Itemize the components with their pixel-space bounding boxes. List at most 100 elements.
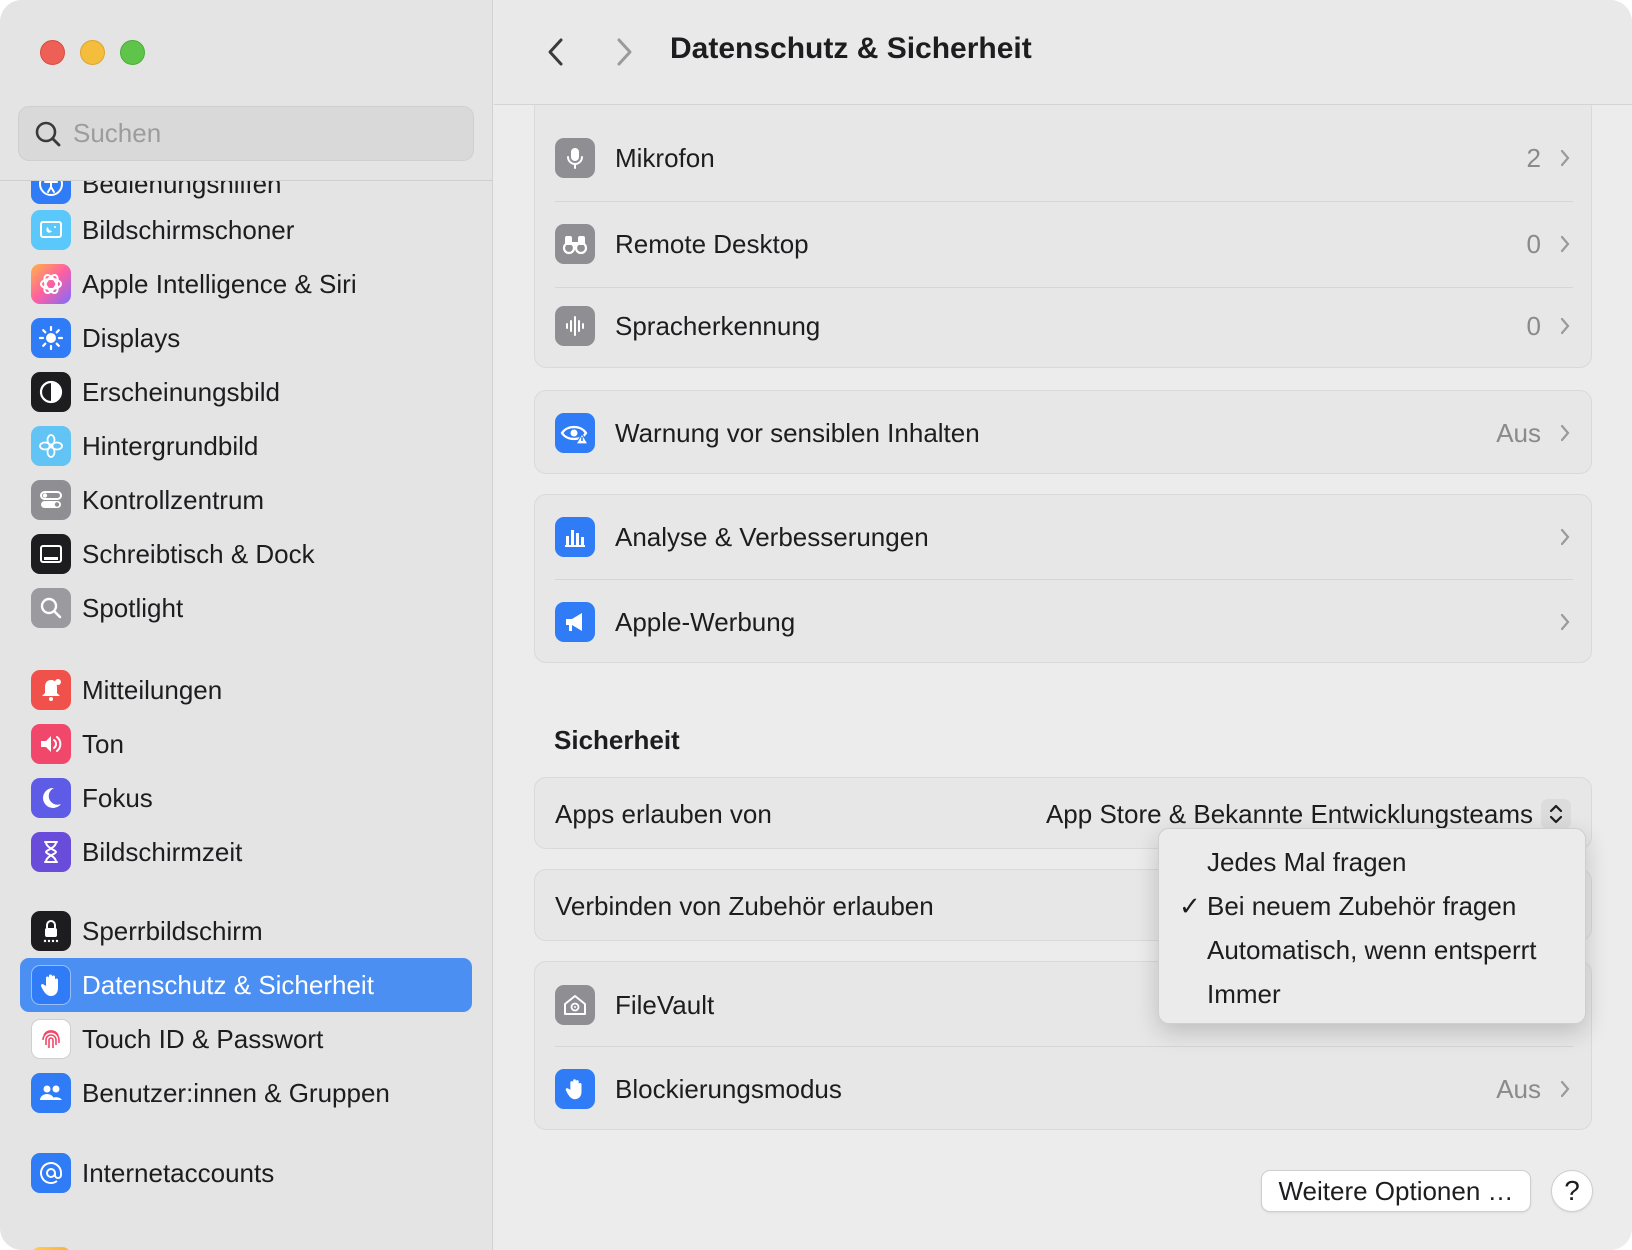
- row-apple-ads[interactable]: Apple-Werbung: [535, 579, 1593, 665]
- row-label: Apple-Werbung: [615, 606, 796, 637]
- chevron-right-icon: [1557, 610, 1573, 634]
- bell-icon: [31, 670, 71, 710]
- sensitive-content-card: Warnung vor sensiblen Inhalten Aus: [534, 390, 1592, 474]
- sidebar-item-label: Spotlight: [82, 592, 184, 623]
- sidebar-item-label: Datenschutz & Sicherheit: [82, 969, 374, 1000]
- row-analytics[interactable]: Analyse & Verbesserungen: [535, 494, 1593, 580]
- sidebar-item-spotlight[interactable]: Spotlight: [20, 581, 472, 635]
- main-content: Datenschutz & Sicherheit Mikrofon 2 Remo…: [494, 0, 1632, 1250]
- row-remote-desktop[interactable]: Remote Desktop 0: [535, 201, 1593, 287]
- row-spracherkennung[interactable]: Spracherkennung 0: [535, 283, 1593, 369]
- lock-icon: [31, 911, 71, 951]
- menu-item-bei-neuem-zubehoer[interactable]: ✓ Bei neuem Zubehör fragen: [1159, 884, 1587, 928]
- chevron-right-icon: [1557, 146, 1573, 170]
- magnifier-icon: [31, 588, 71, 628]
- sidebar-item-clipped[interactable]: [20, 1240, 472, 1250]
- sidebar-item-fokus[interactable]: Fokus: [20, 771, 472, 825]
- sidebar-item-internetaccounts[interactable]: Internetaccounts: [20, 1146, 472, 1200]
- more-options-button[interactable]: Weitere Optionen …: [1261, 1170, 1531, 1212]
- accessibility-icon: [31, 181, 71, 204]
- row-value: Aus: [1496, 417, 1541, 448]
- sidebar-item-label: Schreibtisch & Dock: [82, 538, 315, 569]
- chevron-right-icon: [1557, 314, 1573, 338]
- chevron-right-icon: [1557, 1077, 1573, 1101]
- sidebar: Bedienungshilfen Bildschirmschoner Apple…: [0, 0, 493, 1250]
- row-label: FileVault: [615, 989, 715, 1020]
- chevron-left-icon: [548, 38, 563, 66]
- section-title-sicherheit: Sicherheit: [554, 725, 680, 755]
- sidebar-item-ton[interactable]: Ton: [20, 717, 472, 771]
- checkmark-icon: ✓: [1179, 890, 1201, 921]
- row-sensitive-content[interactable]: Warnung vor sensiblen Inhalten Aus: [535, 390, 1593, 476]
- zoom-window-button[interactable]: [120, 40, 145, 65]
- sidebar-item-erscheinungsbild[interactable]: Erscheinungsbild: [20, 365, 472, 419]
- row-value: Aus: [1496, 1073, 1541, 1104]
- sidebar-item-label: Bildschirmzeit: [82, 836, 243, 867]
- menu-item-immer[interactable]: Immer: [1159, 972, 1587, 1016]
- sidebar-item-bildschirmzeit[interactable]: Bildschirmzeit: [20, 825, 472, 879]
- menu-item-jedes-mal[interactable]: Jedes Mal fragen: [1159, 840, 1587, 884]
- megaphone-icon: [555, 602, 595, 642]
- menu-item-label: Bei neuem Zubehör fragen: [1207, 890, 1517, 921]
- apps-source-select[interactable]: App Store & Bekannte Entwicklungsteams: [1046, 799, 1533, 830]
- chevron-right-icon: [617, 38, 632, 66]
- fingerprint-icon: [31, 1019, 71, 1059]
- sidebar-item-label: Fokus: [82, 782, 153, 813]
- hand-icon: [31, 965, 71, 1005]
- sidebar-item-benutzer-gruppen[interactable]: Benutzer:innen & Gruppen: [20, 1066, 472, 1120]
- row-label: Analyse & Verbesserungen: [615, 521, 929, 552]
- sidebar-item-label: Displays: [82, 322, 181, 353]
- menu-item-automatisch[interactable]: Automatisch, wenn entsperrt: [1159, 928, 1587, 972]
- sidebar-item-label: Internetaccounts: [82, 1157, 275, 1188]
- sidebar-item-schreibtisch-dock[interactable]: Schreibtisch & Dock: [20, 527, 472, 581]
- dock-icon: [31, 534, 71, 574]
- close-window-button[interactable]: [40, 40, 65, 65]
- row-count: 2: [1526, 142, 1541, 173]
- sidebar-item-label: Apple Intelligence & Siri: [82, 268, 357, 299]
- sidebar-item-mitteilungen[interactable]: Mitteilungen: [20, 663, 472, 717]
- sidebar-item-label: Benutzer:innen & Gruppen: [82, 1077, 390, 1108]
- sidebar-item-bildschirmschoner[interactable]: Bildschirmschoner: [20, 203, 472, 257]
- settings-window: Bedienungshilfen Bildschirmschoner Apple…: [0, 0, 1632, 1250]
- row-label: Remote Desktop: [615, 228, 809, 259]
- row-count: 0: [1526, 310, 1541, 341]
- forward-button[interactable]: [602, 30, 646, 74]
- search-input[interactable]: [73, 118, 453, 149]
- analytics-ads-card: Analyse & Verbesserungen Apple-Werbung: [534, 494, 1592, 663]
- appearance-icon: [31, 372, 71, 412]
- row-mikrofon[interactable]: Mikrofon 2: [535, 115, 1593, 201]
- sidebar-item-label: Sperrbildschirm: [82, 915, 263, 946]
- hand-icon: [555, 1069, 595, 1109]
- privacy-permissions-card: Mikrofon 2 Remote Desktop 0 Spracherkenn…: [534, 96, 1592, 368]
- sidebar-item-touch-id[interactable]: Touch ID & Passwort: [20, 1012, 472, 1066]
- help-button[interactable]: ?: [1551, 1170, 1593, 1212]
- sidebar-item-label: Mitteilungen: [82, 674, 223, 705]
- house-safe-icon: [555, 985, 595, 1025]
- row-lockdown[interactable]: Blockierungsmodus Aus: [535, 1046, 1593, 1132]
- sidebar-item-datenschutz-sicherheit[interactable]: Datenschutz & Sicherheit: [20, 958, 472, 1012]
- sidebar-item-label: Hintergrundbild: [82, 430, 259, 461]
- at-icon: [31, 1153, 71, 1193]
- row-label: Apps erlauben von: [555, 798, 772, 829]
- waveform-icon: [555, 306, 595, 346]
- sidebar-item-sperrbildschirm[interactable]: Sperrbildschirm: [20, 904, 472, 958]
- sidebar-item-label: Touch ID & Passwort: [82, 1023, 324, 1054]
- sidebar-item-displays[interactable]: Displays: [20, 311, 472, 365]
- stepper-arrows-icon[interactable]: [1541, 799, 1571, 829]
- sidebar-item-label: Erscheinungsbild: [82, 376, 281, 407]
- microphone-icon: [555, 138, 595, 178]
- sidebar-item-apple-intelligence[interactable]: Apple Intelligence & Siri: [20, 257, 472, 311]
- search-field[interactable]: [18, 106, 474, 161]
- sidebar-list: Bedienungshilfen Bildschirmschoner Apple…: [0, 181, 493, 1250]
- row-label: Warnung vor sensiblen Inhalten: [615, 417, 980, 448]
- sidebar-item-label: Bildschirmschoner: [82, 214, 295, 245]
- sidebar-item-hintergrundbild[interactable]: Hintergrundbild: [20, 419, 472, 473]
- minimize-window-button[interactable]: [80, 40, 105, 65]
- users-icon: [31, 1073, 71, 1113]
- back-button[interactable]: [534, 30, 578, 74]
- chevron-right-icon: [1557, 421, 1573, 445]
- search-icon: [23, 106, 73, 161]
- sidebar-item-kontrollzentrum[interactable]: Kontrollzentrum: [20, 473, 472, 527]
- sidebar-item-label: Ton: [82, 728, 124, 759]
- chevron-right-icon: [1557, 525, 1573, 549]
